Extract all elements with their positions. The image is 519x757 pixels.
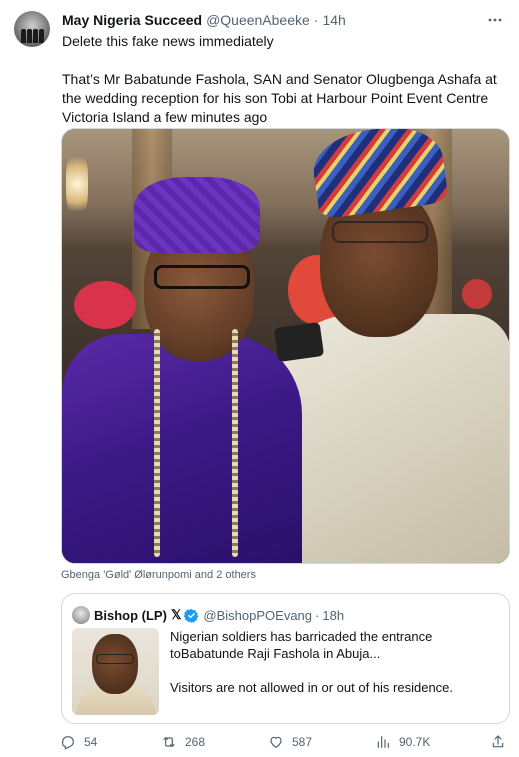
photo-bead-chain <box>154 329 160 557</box>
tweet-actions: 54 268 587 90.7K <box>60 734 508 754</box>
quoted-tweet[interactable]: Bishop (LP) 𝕏 @BishopPOEvang · 18h Niger… <box>61 593 510 724</box>
quoted-tweet-text: Nigerian soldiers has barricaded the ent… <box>170 628 500 713</box>
quoted-tweet-paragraph: Visitors are not allowed in or out of hi… <box>170 680 454 695</box>
share-button[interactable] <box>490 734 514 750</box>
quoted-tweet-paragraph: Nigerian soldiers has barricaded the ent… <box>170 629 433 661</box>
photo-man-purple-robe <box>62 334 302 563</box>
reply-icon <box>62 736 74 750</box>
quoted-tweet-header: Bishop (LP) 𝕏 @BishopPOEvang · 18h <box>94 606 344 624</box>
retweet-button[interactable]: 268 <box>161 734 205 750</box>
retweet-count: 268 <box>185 735 206 749</box>
views-button[interactable]: 90.7K <box>375 734 430 750</box>
quoted-tweet-thumbnail[interactable] <box>72 628 159 715</box>
tweet-timestamp[interactable]: 14h <box>322 12 345 28</box>
photo-background-guest <box>74 281 136 329</box>
tweet-text-paragraph: That’s Mr Babatunde Fashola, SAN and Sen… <box>62 71 497 125</box>
photo-phone <box>273 321 325 363</box>
separator-dot: · <box>315 607 320 623</box>
photo-man-right-glasses <box>332 221 428 243</box>
quoted-tweet-timestamp[interactable]: 18h <box>322 608 344 623</box>
tweet-header: May Nigeria Succeed @QueenAbeeke · 14h <box>62 10 505 30</box>
quoted-author-display-name[interactable]: Bishop (LP) <box>94 608 167 623</box>
author-avatar[interactable] <box>14 11 50 47</box>
photo-bead-chain <box>232 329 238 557</box>
separator-dot: · <box>313 12 319 28</box>
views-count: 90.7K <box>399 735 431 749</box>
views-icon <box>377 736 389 748</box>
avatar-figure <box>21 29 26 43</box>
tweet-photo[interactable] <box>61 128 510 564</box>
author-handle[interactable]: @QueenAbeeke <box>206 12 310 28</box>
heart-icon <box>270 736 282 748</box>
avatar-figure <box>39 29 44 43</box>
like-count: 587 <box>292 735 313 749</box>
quoted-author-avatar[interactable] <box>72 606 90 624</box>
more-icon[interactable] <box>485 10 505 30</box>
verified-badge-icon <box>184 608 199 623</box>
quoted-author-handle[interactable]: @BishopPOEvang <box>203 608 312 623</box>
reply-button[interactable]: 54 <box>60 734 97 750</box>
photo-man-left-glasses <box>154 265 250 289</box>
reply-count: 54 <box>84 735 98 749</box>
photo-chandelier <box>66 149 88 219</box>
avatar-figure <box>33 29 38 43</box>
avatar-figure <box>27 29 32 43</box>
thumbnail-glasses <box>96 654 134 664</box>
media-tag-line[interactable]: Gbenga 'Gøld' Ølørunpomi and 2 others <box>61 569 256 581</box>
retweet-icon <box>163 737 175 747</box>
author-display-name[interactable]: May Nigeria Succeed <box>62 12 202 28</box>
share-icon <box>492 735 504 748</box>
x-logo-icon: 𝕏 <box>170 607 182 622</box>
photo-man-left-cap <box>134 177 260 253</box>
tweet-text-paragraph: Delete this fake news immediately <box>62 33 274 49</box>
photo-background-guest <box>462 279 492 309</box>
like-button[interactable]: 587 <box>268 734 312 750</box>
thumbnail-face <box>92 634 138 694</box>
